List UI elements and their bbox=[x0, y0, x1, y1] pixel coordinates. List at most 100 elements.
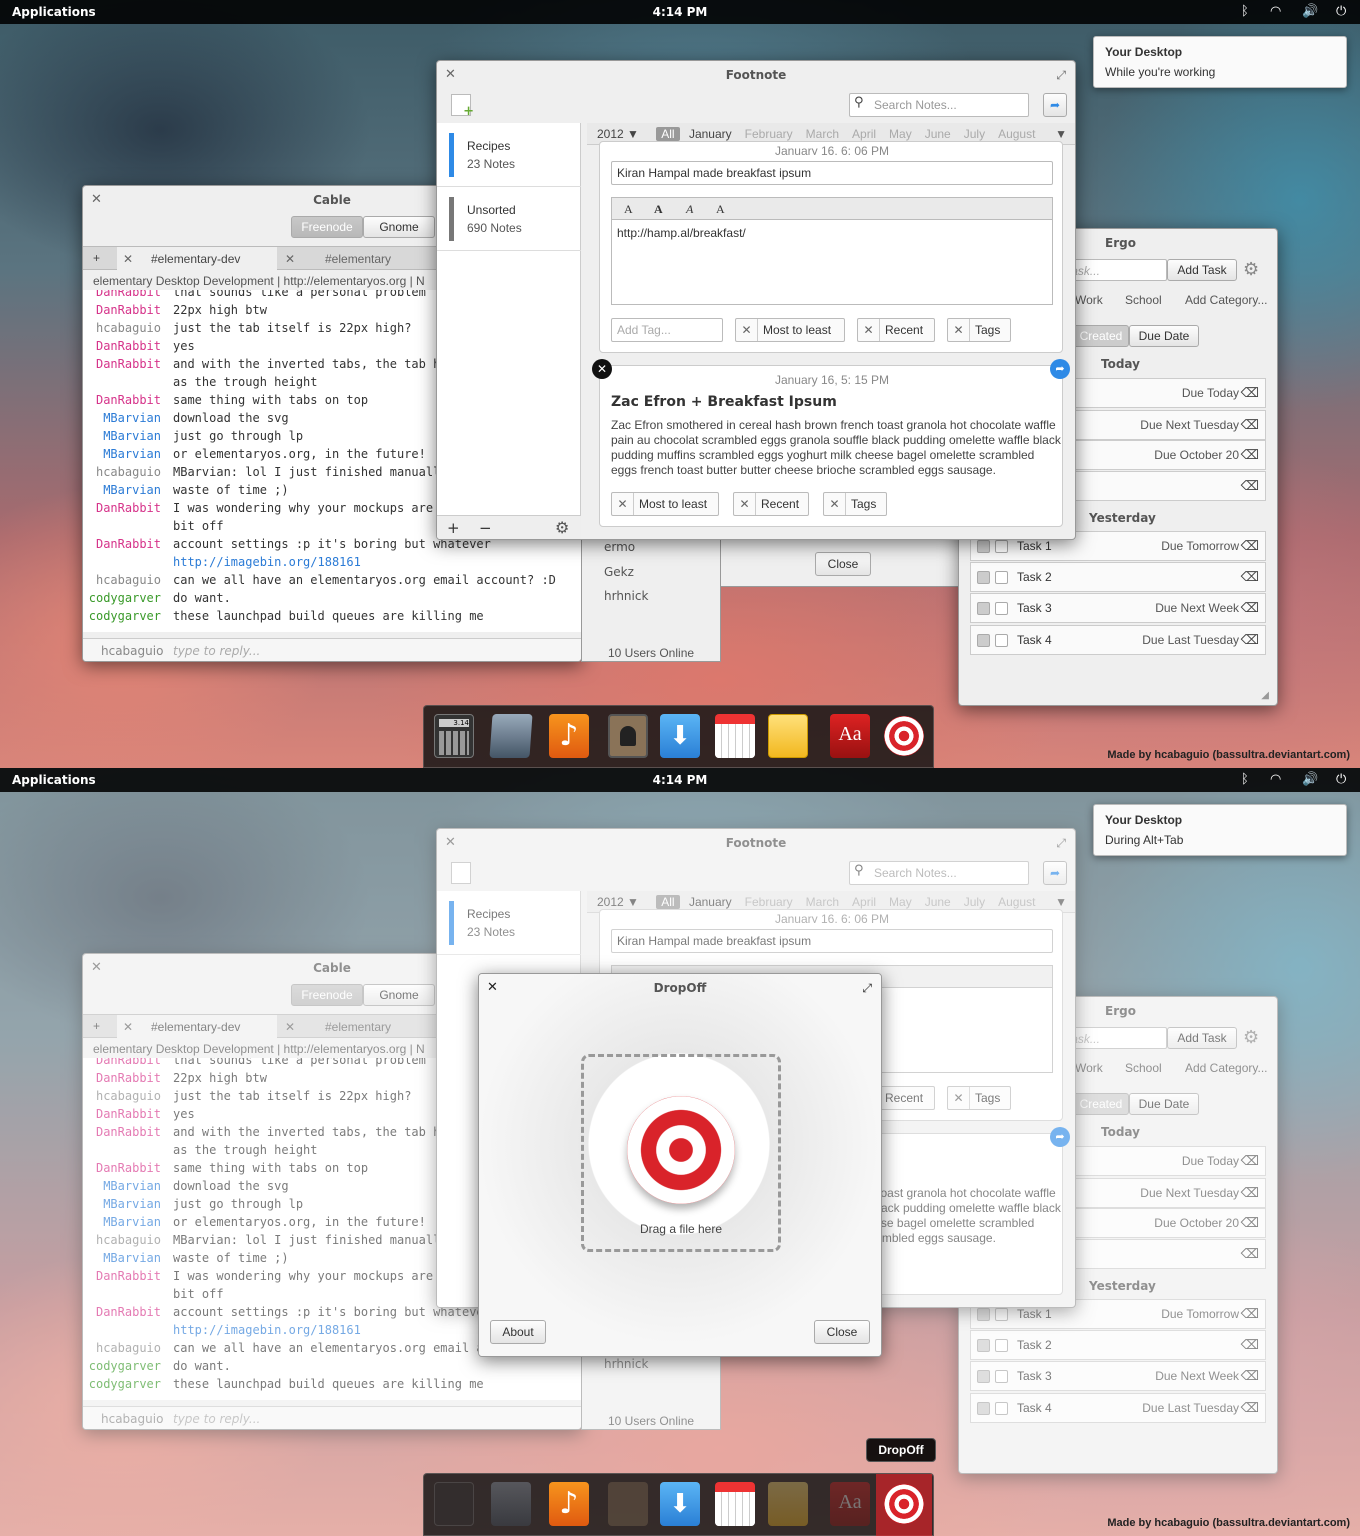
chat-nick[interactable]: DanRabbit bbox=[83, 301, 167, 319]
text-editor-icon[interactable] bbox=[489, 714, 533, 758]
task-checkbox[interactable] bbox=[995, 1402, 1008, 1415]
search-input[interactable]: Search Notes... bbox=[849, 861, 1029, 885]
user-item[interactable]: Gekz bbox=[604, 565, 634, 579]
chat-nick[interactable]: hcabaguio bbox=[83, 571, 167, 589]
notebook-item[interactable]: Recipes 23 Notes bbox=[437, 891, 581, 955]
drag-handle-icon[interactable] bbox=[977, 571, 990, 584]
category-work[interactable]: Work bbox=[1075, 293, 1103, 307]
close-icon[interactable]: ✕ bbox=[445, 829, 456, 857]
mail-icon[interactable] bbox=[768, 714, 808, 758]
chat-nick[interactable]: MBarvian bbox=[83, 1177, 167, 1195]
gear-icon[interactable]: ⚙ bbox=[1243, 1027, 1259, 1048]
chat-nick[interactable]: DanRabbit bbox=[83, 391, 167, 409]
note-editor[interactable]: A A A A http://hamp.al/breakfast/ bbox=[611, 197, 1053, 305]
task-row[interactable]: Due October 20 ⌫ bbox=[1074, 1208, 1266, 1238]
tab-elementary-dev[interactable]: #elementary-dev bbox=[151, 1016, 240, 1038]
chat-nick[interactable]: hcabaguio bbox=[83, 1231, 167, 1249]
task-row[interactable]: ⌫ bbox=[1074, 471, 1266, 501]
sort-due-date[interactable]: Due Date bbox=[1129, 325, 1199, 347]
drag-handle-icon[interactable] bbox=[977, 634, 990, 647]
network-freenode[interactable]: Freenode bbox=[291, 216, 363, 238]
chat-nick[interactable]: DanRabbit bbox=[83, 1159, 167, 1177]
dropoff-icon[interactable] bbox=[884, 1484, 924, 1524]
tag-most-to-least[interactable]: ✕ Most to least bbox=[735, 318, 845, 342]
chat-nick[interactable]: hcabaguio bbox=[83, 463, 167, 481]
format-normal[interactable]: A bbox=[624, 198, 633, 220]
share-icon[interactable]: ➦ bbox=[1043, 861, 1067, 885]
delete-task-icon[interactable]: ⌫ bbox=[1241, 379, 1259, 407]
task-checkbox[interactable] bbox=[995, 634, 1008, 647]
chat-nick[interactable]: DanRabbit bbox=[83, 290, 167, 301]
task-row[interactable]: Task 2 ⌫ bbox=[970, 562, 1266, 592]
power-icon[interactable]: ⏻ bbox=[1336, 4, 1346, 19]
chat-nick[interactable]: DanRabbit bbox=[83, 1069, 167, 1087]
music-icon[interactable]: ♪ bbox=[549, 714, 589, 758]
remove-tag-icon[interactable]: ✕ bbox=[824, 493, 846, 515]
calendar-icon[interactable] bbox=[715, 714, 755, 758]
chat-nick[interactable]: DanRabbit bbox=[83, 1105, 167, 1123]
tag-tags[interactable]: ✕ Tags bbox=[947, 318, 1011, 342]
music-icon[interactable]: ♪ bbox=[549, 1482, 589, 1526]
chat-nick[interactable]: MBarvian bbox=[83, 427, 167, 445]
delete-task-icon[interactable]: ⌫ bbox=[1241, 563, 1259, 591]
category-school[interactable]: School bbox=[1125, 1061, 1162, 1075]
add-category-button[interactable]: Add Category... bbox=[1185, 293, 1268, 307]
contacts-icon[interactable] bbox=[608, 1482, 648, 1526]
year-select[interactable]: 2012 ▼ bbox=[597, 127, 639, 141]
delete-note-icon[interactable]: ✕ bbox=[592, 359, 612, 379]
chat-nick[interactable]: DanRabbit bbox=[83, 337, 167, 355]
remove-tag-icon[interactable]: ✕ bbox=[734, 493, 756, 515]
format-bold[interactable]: A bbox=[654, 198, 663, 220]
notification[interactable]: Your Desktop While you're working bbox=[1093, 36, 1347, 88]
wifi-icon[interactable]: ◠ bbox=[1270, 772, 1281, 787]
maximize-icon[interactable]: ⤢ bbox=[1056, 61, 1066, 89]
sort-created[interactable]: Created bbox=[1073, 1093, 1129, 1115]
network-freenode[interactable]: Freenode bbox=[291, 984, 363, 1006]
note-title-input[interactable]: Kiran Hampal made breakfast ipsum bbox=[611, 161, 1053, 185]
notification[interactable]: Your Desktop During Alt+Tab bbox=[1093, 804, 1347, 856]
filter-all[interactable]: All bbox=[656, 895, 680, 909]
search-input[interactable]: Search Notes... bbox=[849, 93, 1029, 117]
task-row[interactable]: Task 2 ⌫ bbox=[970, 1330, 1266, 1360]
task-row[interactable]: ⌫ bbox=[1074, 1239, 1266, 1269]
dictionary-icon[interactable]: Aa bbox=[830, 1482, 870, 1526]
tag-recent[interactable]: ✕Recent bbox=[857, 318, 935, 342]
task-row[interactable]: Task 3 Due Next Week ⌫ bbox=[970, 1361, 1266, 1391]
close-icon[interactable]: ✕ bbox=[91, 954, 102, 982]
user-item[interactable]: ermo bbox=[604, 540, 635, 554]
task-checkbox[interactable] bbox=[995, 1339, 1008, 1352]
delete-task-icon[interactable]: ⌫ bbox=[1241, 1209, 1259, 1237]
tab-elementary[interactable]: #elementary bbox=[325, 248, 391, 270]
gear-icon[interactable]: ⚙ bbox=[1243, 259, 1259, 280]
volume-icon[interactable]: 🔊 bbox=[1302, 772, 1318, 787]
contacts-icon[interactable] bbox=[608, 714, 648, 758]
chat-nick[interactable]: hcabaguio bbox=[83, 1339, 167, 1357]
chat-nick[interactable]: DanRabbit bbox=[83, 1123, 167, 1141]
new-tab-icon[interactable]: + bbox=[93, 247, 100, 269]
bluetooth-icon[interactable]: ᛒ bbox=[1241, 772, 1249, 787]
share-icon[interactable]: ➦ bbox=[1043, 93, 1067, 117]
category-school[interactable]: School bbox=[1125, 293, 1162, 307]
chat-nick[interactable]: MBarvian bbox=[83, 1195, 167, 1213]
mail-icon[interactable] bbox=[768, 1482, 808, 1526]
remove-tag-icon[interactable]: ✕ bbox=[948, 1087, 970, 1109]
format-underline[interactable]: A bbox=[716, 198, 725, 220]
resize-grip-icon[interactable]: ◢ bbox=[1261, 690, 1269, 701]
delete-task-icon[interactable]: ⌫ bbox=[1241, 441, 1259, 469]
tab-elementary[interactable]: #elementary bbox=[325, 1016, 391, 1038]
note-title-input[interactable]: Kiran Hampal made breakfast ipsum bbox=[611, 929, 1053, 953]
clock[interactable]: 4:14 PM bbox=[0, 5, 1360, 19]
tab-elementary-dev[interactable]: #elementary-dev bbox=[151, 248, 240, 270]
task-row[interactable]: Task 3 Due Next Week ⌫ bbox=[970, 593, 1266, 623]
tag-recent[interactable]: ✕Recent bbox=[733, 492, 809, 516]
remove-tag-icon[interactable]: ✕ bbox=[948, 319, 970, 341]
delete-task-icon[interactable]: ⌫ bbox=[1241, 1300, 1259, 1328]
chat-nick[interactable]: DanRabbit bbox=[83, 535, 167, 553]
remove-tag-icon[interactable]: ✕ bbox=[612, 493, 634, 515]
new-note-icon[interactable] bbox=[451, 862, 471, 884]
text-editor-icon[interactable] bbox=[491, 1482, 531, 1526]
add-notebook-icon[interactable]: + bbox=[447, 519, 460, 537]
volume-icon[interactable]: 🔊 bbox=[1302, 4, 1318, 19]
close-tab-icon[interactable]: ✕ bbox=[123, 248, 133, 270]
drag-handle-icon[interactable] bbox=[977, 1370, 990, 1383]
